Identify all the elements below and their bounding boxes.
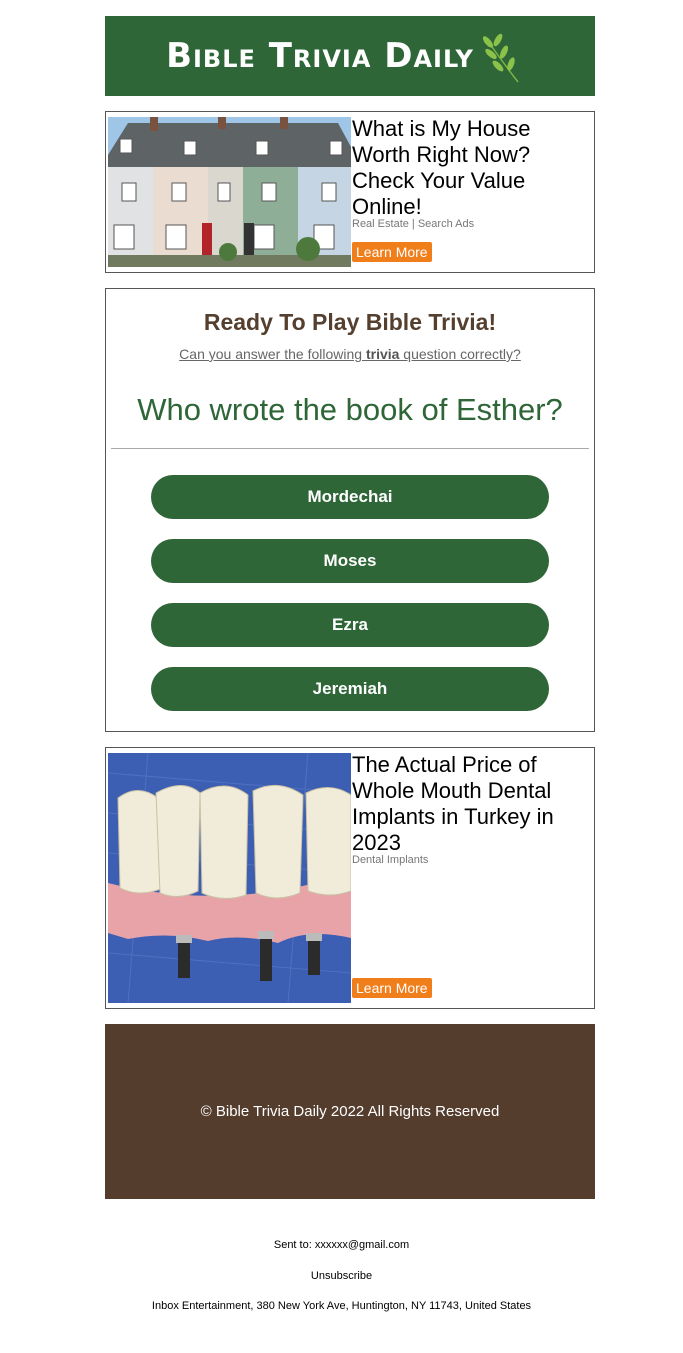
- ad-title[interactable]: The Actual Price of Whole Mouth Dental I…: [352, 752, 590, 856]
- logo-text: Bible Trivia Daily: [166, 36, 474, 76]
- trivia-sub-bold: trivia: [365, 346, 400, 362]
- trivia-sub-after: question correctly?: [399, 346, 521, 362]
- answer-button-moses[interactable]: Moses: [151, 539, 549, 583]
- trivia-card: Ready To Play Bible Trivia! Can you answ…: [105, 288, 595, 732]
- row-houses-photo[interactable]: [108, 117, 351, 267]
- header-banner: Bible Trivia Daily: [105, 16, 595, 96]
- trivia-heading: Ready To Play Bible Trivia!: [203, 309, 497, 335]
- ad-title[interactable]: What is My House Worth Right Now? Check …: [352, 116, 590, 220]
- sent-to-text: Sent to: xxxxxx@gmail.com: [273, 1239, 410, 1251]
- copyright-text: © Bible Trivia Daily 2022 All Rights Res…: [200, 1103, 500, 1120]
- company-address: Inbox Entertainment, 380 New York Ave, H…: [151, 1300, 532, 1312]
- footer: © Bible Trivia Daily 2022 All Rights Res…: [105, 1024, 595, 1199]
- ad-card-dental[interactable]: The Actual Price of Whole Mouth Dental I…: [105, 747, 595, 1009]
- trivia-subheading[interactable]: Can you answer the following trivia ques…: [106, 346, 594, 362]
- answer-button-ezra[interactable]: Ezra: [151, 603, 549, 647]
- trivia-sub-before: Can you answer the following: [179, 346, 366, 362]
- ad-card-house[interactable]: What is My House Worth Right Now? Check …: [105, 111, 595, 273]
- answer-list: Mordechai Moses Ezra Jeremiah: [106, 475, 594, 711]
- ad-source: Real Estate | Search Ads: [352, 218, 475, 230]
- olive-branch-icon: [478, 26, 524, 86]
- divider: [111, 448, 589, 449]
- ad-source: Dental Implants: [352, 854, 429, 866]
- unsubscribe-link[interactable]: Unsubscribe: [0, 1270, 683, 1282]
- answer-button-jeremiah[interactable]: Jeremiah: [151, 667, 549, 711]
- dental-implant-photo[interactable]: [108, 753, 351, 1003]
- answer-button-mordechai[interactable]: Mordechai: [151, 475, 549, 519]
- trivia-question: Who wrote the book of Esther?: [137, 392, 563, 427]
- learn-more-button[interactable]: Learn More: [352, 978, 432, 998]
- learn-more-button[interactable]: Learn More: [352, 242, 432, 262]
